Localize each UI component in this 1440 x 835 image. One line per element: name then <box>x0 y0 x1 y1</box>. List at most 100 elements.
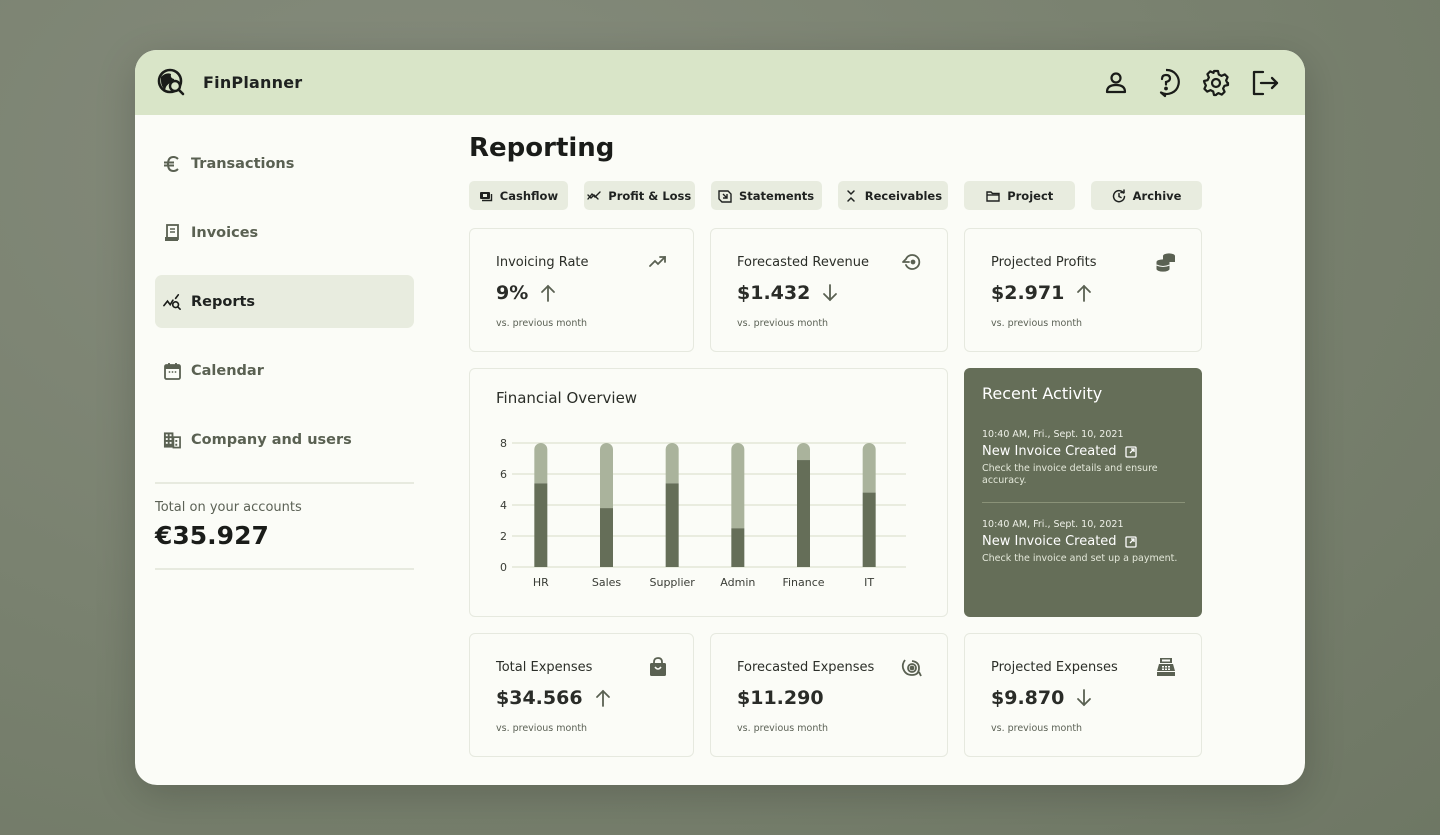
tab-archive[interactable]: Archive <box>1091 181 1202 210</box>
stat-subtext: vs. previous month <box>991 318 1083 329</box>
sidebar-item-company-and-users[interactable]: Company and users <box>155 413 414 466</box>
x-tick-label: IT <box>864 576 874 589</box>
brand[interactable]: FinPlanner <box>157 68 302 98</box>
sidebar-item-transactions[interactable]: Transactions <box>155 137 414 190</box>
y-tick-label: 6 <box>500 468 507 481</box>
gear-icon <box>1202 69 1230 96</box>
report-tabs: Cashflow Profit & Loss Statements Receiv… <box>469 181 1202 210</box>
stat-card-projected-expenses: Projected Expenses $9.870 vs. previous m… <box>964 633 1202 757</box>
activity-title-text: New Invoice Created <box>982 444 1117 459</box>
arrow-up-icon <box>1077 284 1092 302</box>
sidebar-item-label: Calendar <box>191 362 264 379</box>
sidebar-item-calendar[interactable]: Calendar <box>155 344 414 397</box>
tab-label: Profit & Loss <box>608 188 692 203</box>
y-tick-label: 2 <box>500 530 507 543</box>
sidebar-item-label: Invoices <box>191 224 259 241</box>
stat-subtext: vs. previous month <box>737 318 829 329</box>
target-icon <box>901 659 922 677</box>
logout-icon <box>1252 70 1279 95</box>
cash-register-icon <box>1157 658 1175 676</box>
activity-title: Recent Activity <box>982 384 1103 403</box>
bar-segment-remaining <box>600 443 613 509</box>
activity-divider <box>982 502 1185 503</box>
calendar-icon <box>163 362 181 380</box>
sidebar-item-reports[interactable]: Reports <box>155 275 414 328</box>
stat-value: 9% <box>496 282 529 304</box>
stat-subtext: vs. previous month <box>496 723 588 734</box>
stat-value: $34.566 <box>496 687 583 709</box>
trending-up-icon <box>649 256 666 267</box>
x-tick-label: Admin <box>720 576 755 589</box>
stat-subtext: vs. previous month <box>737 723 829 734</box>
bar-segment-remaining <box>797 443 810 461</box>
tab-project[interactable]: Project <box>964 181 1076 210</box>
tab-receivables[interactable]: Receivables <box>837 181 949 210</box>
stat-title: Forecasted Revenue <box>737 255 870 270</box>
report-search-icon <box>163 293 181 311</box>
stat-card-total-expenses: Total Expenses $34.566 vs. previous mont… <box>469 633 694 757</box>
tab-label: Project <box>1007 188 1054 203</box>
profile-button[interactable] <box>1101 68 1131 98</box>
tab-profit-loss[interactable]: Profit & Loss <box>583 181 695 210</box>
statement-icon <box>718 189 732 203</box>
sidebar-item-label: Transactions <box>191 155 295 172</box>
bar-segment-remaining <box>731 443 745 529</box>
stat-title: Forecasted Expenses <box>737 660 875 675</box>
arrow-down-icon <box>823 284 838 302</box>
stat-card-projected-profits: Projected Profits $2.971 vs. previous mo… <box>964 228 1202 352</box>
y-tick-label: 4 <box>500 499 507 512</box>
header-actions <box>1101 68 1281 98</box>
stat-card-forecasted-expenses: Forecasted Expenses $11.290 vs. previous… <box>710 633 948 757</box>
sidebar-item-label: Company and users <box>191 431 352 448</box>
sidebar: Transactions Invoices Reports Calendar C… <box>155 115 414 570</box>
stat-title: Projected Expenses <box>991 660 1118 675</box>
x-tick-label: Sales <box>592 576 622 589</box>
recent-activity-panel: Recent Activity 10:40 AM, Fri., Sept. 10… <box>964 368 1202 617</box>
receipt-icon <box>163 223 181 242</box>
top-bar: FinPlanner <box>135 50 1305 115</box>
account-totals: Total on your accounts €35.927 <box>155 482 414 570</box>
external-link-icon[interactable] <box>1124 535 1137 548</box>
euro-icon <box>163 155 181 173</box>
x-tick-label: HR <box>533 576 549 589</box>
bar-segment-actual <box>731 528 745 567</box>
stat-title: Total Expenses <box>496 660 593 675</box>
folder-icon <box>986 190 1000 202</box>
bar-segment-actual <box>534 483 548 567</box>
activity-description: Check the invoice details and ensure acc… <box>982 463 1158 486</box>
help-button[interactable] <box>1151 68 1181 98</box>
sidebar-item-invoices[interactable]: Invoices <box>155 206 414 259</box>
totals-value: €35.927 <box>155 521 269 550</box>
activity-item[interactable]: 10:40 AM, Fri., Sept. 10, 2021 New Invoi… <box>982 519 1185 565</box>
bar-segment-actual <box>797 460 810 567</box>
logout-button[interactable] <box>1251 68 1281 98</box>
stat-title: Projected Profits <box>991 255 1097 270</box>
main-content: Reporting Cashflow Profit & Loss Stateme… <box>469 115 1202 210</box>
tab-cashflow[interactable]: Cashflow <box>469 181 568 210</box>
stat-subtext: vs. previous month <box>991 723 1083 734</box>
tab-label: Statements <box>739 188 815 203</box>
x-tick-label: Finance <box>782 576 824 589</box>
tab-label: Archive <box>1132 188 1182 203</box>
restore-icon <box>902 254 921 270</box>
settings-button[interactable] <box>1201 68 1231 98</box>
activity-item[interactable]: 10:40 AM, Fri., Sept. 10, 2021 New Invoi… <box>982 429 1185 487</box>
coins-icon <box>1156 253 1175 272</box>
y-tick-label: 8 <box>500 437 507 450</box>
history-icon <box>1112 188 1125 202</box>
activity-title-text: New Invoice Created <box>982 534 1117 549</box>
tab-label: Cashflow <box>499 188 559 203</box>
bar-segment-remaining <box>534 443 548 484</box>
stat-title: Invoicing Rate <box>496 255 589 270</box>
stat-card-invoicing-rate: Invoicing Rate 9% vs. previous month <box>469 228 694 352</box>
bar-segment-remaining <box>862 443 876 493</box>
x-tick-label: Supplier <box>650 576 696 589</box>
app-name: FinPlanner <box>203 73 303 92</box>
external-link-icon[interactable] <box>1124 445 1137 458</box>
tab-statements[interactable]: Statements <box>710 181 822 210</box>
bar-segment-actual <box>600 508 613 567</box>
activity-time: 10:40 AM, Fri., Sept. 10, 2021 <box>982 519 1124 530</box>
cash-icon <box>479 191 492 201</box>
collapse-icon <box>847 189 855 202</box>
shopping-bag-icon <box>650 657 666 676</box>
